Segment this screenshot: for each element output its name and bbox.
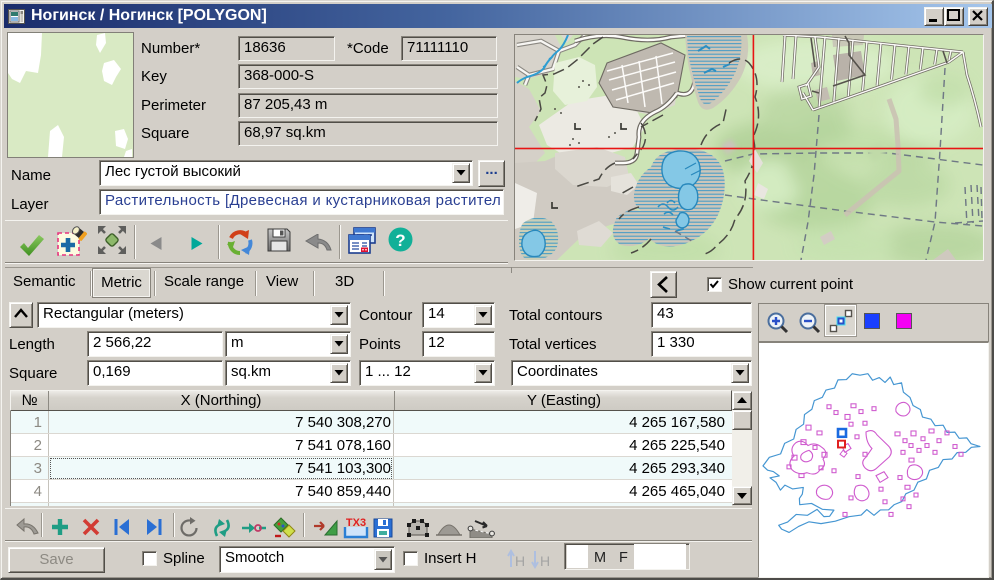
svg-text:?: ? bbox=[395, 231, 405, 250]
svg-text:H: H bbox=[540, 553, 550, 569]
svg-text:H: H bbox=[515, 553, 525, 569]
